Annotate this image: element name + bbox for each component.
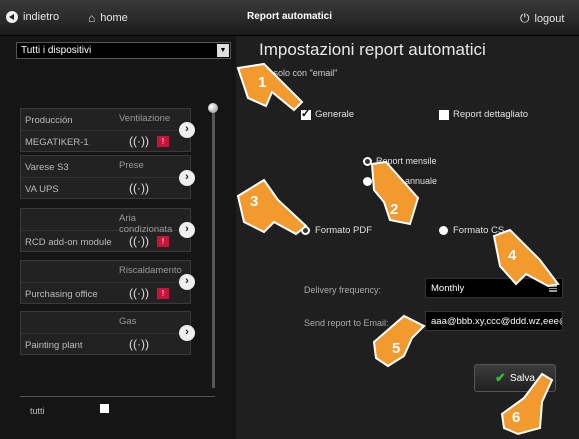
pointer-hand-icon: [236, 178, 308, 236]
page-title: Report automatici: [246, 11, 332, 22]
dettagliato-label: Report dettagliato: [453, 109, 528, 120]
chevron-right-icon[interactable]: ›: [179, 122, 195, 138]
select-all-checkbox[interactable]: [100, 404, 109, 413]
pointer-hand-icon: [492, 228, 560, 288]
wifi-icon: ((·)): [129, 234, 149, 248]
chevron-right-icon[interactable]: ›: [179, 325, 195, 341]
device-category: Prese: [119, 160, 144, 171]
callout-number: 1: [258, 74, 267, 91]
scrollbar-handle[interactable]: [208, 103, 218, 113]
device-category: Gas: [119, 316, 137, 327]
chevron-right-icon[interactable]: ›: [179, 274, 195, 290]
callout-number: 6: [512, 409, 521, 426]
wifi-icon: ((·)): [129, 181, 149, 195]
device-filter-value: Tutti i dispositivi: [21, 45, 92, 56]
chevron-down-icon[interactable]: ▼: [217, 44, 229, 57]
top-bar: indietro ⌂ home Report automatici ⏻ logo…: [0, 0, 579, 36]
device-card[interactable]: Riscaldamento Purchasing office ((·))!: [20, 260, 191, 304]
logout-label: logout: [534, 12, 565, 25]
device-sub: Purchasing office: [25, 289, 98, 300]
callout-number: 4: [508, 247, 517, 264]
callout-number: 5: [392, 340, 401, 357]
wifi-icon: ((·)): [129, 286, 149, 300]
alert-badge: !: [157, 136, 169, 147]
chevron-right-icon[interactable]: ›: [179, 222, 195, 238]
device-sub: MEGATIKER-1: [25, 137, 89, 148]
select-all-label: tutti: [30, 406, 45, 416]
device-sub: Painting plant: [25, 340, 83, 351]
email-input[interactable]: aaa@bbb.xy,ccc@ddd.wz,eee@: [425, 311, 563, 331]
device-category: Ventilazione: [119, 113, 171, 124]
device-sidebar: Tutti i dispositivi ▼ Producción Ventilaz…: [0, 36, 236, 439]
formato-pdf-label: Formato PDF: [315, 225, 373, 236]
device-filter-select[interactable]: Tutti i dispositivi ▼: [16, 42, 231, 59]
pointer-hand-icon: [500, 372, 554, 436]
divider: [20, 396, 215, 397]
wifi-icon: ((·)): [129, 337, 149, 351]
power-icon: ⏻: [520, 11, 530, 25]
device-sub: RCD add-on module: [25, 237, 112, 248]
delivery-frequency-value: Monthly: [431, 283, 465, 294]
device-category: Riscaldamento: [119, 265, 182, 276]
callout-number: 2: [390, 201, 399, 218]
dettagliato-checkbox[interactable]: [439, 110, 449, 120]
device-card[interactable]: Varese S3 Prese VA UPS ((·)): [20, 155, 191, 199]
device-sub: VA UPS: [25, 184, 59, 195]
logout-button[interactable]: ⏻ logout: [520, 11, 564, 26]
scrollbar-track[interactable]: [212, 108, 215, 388]
wifi-icon: ((·)): [129, 134, 149, 148]
device-card[interactable]: Producción Ventilazione MEGATIKER-1 ((·))!: [20, 108, 191, 152]
delivery-frequency-label: Delivery frequency:: [304, 285, 382, 295]
formato-csv-radio[interactable]: [439, 226, 448, 235]
device-name: Varese S3: [25, 162, 69, 173]
pointer-hand-icon: [370, 160, 420, 226]
alert-badge: !: [157, 236, 169, 247]
callout-number: 3: [250, 193, 259, 210]
device-card[interactable]: Aria condizionata RCD add-on module ((·))…: [20, 208, 191, 252]
device-card[interactable]: Gas Painting plant ((·)): [20, 311, 191, 355]
email-value: aaa@bbb.xy,ccc@ddd.wz,eee@: [431, 316, 563, 327]
generale-label: Generale: [315, 109, 355, 120]
chevron-right-icon[interactable]: ›: [179, 170, 195, 186]
device-name: Producción: [25, 115, 73, 126]
alert-badge: !: [157, 288, 169, 299]
pointer-hand-icon: [236, 62, 304, 112]
settings-heading: Impostazioni report automatici: [259, 40, 486, 59]
